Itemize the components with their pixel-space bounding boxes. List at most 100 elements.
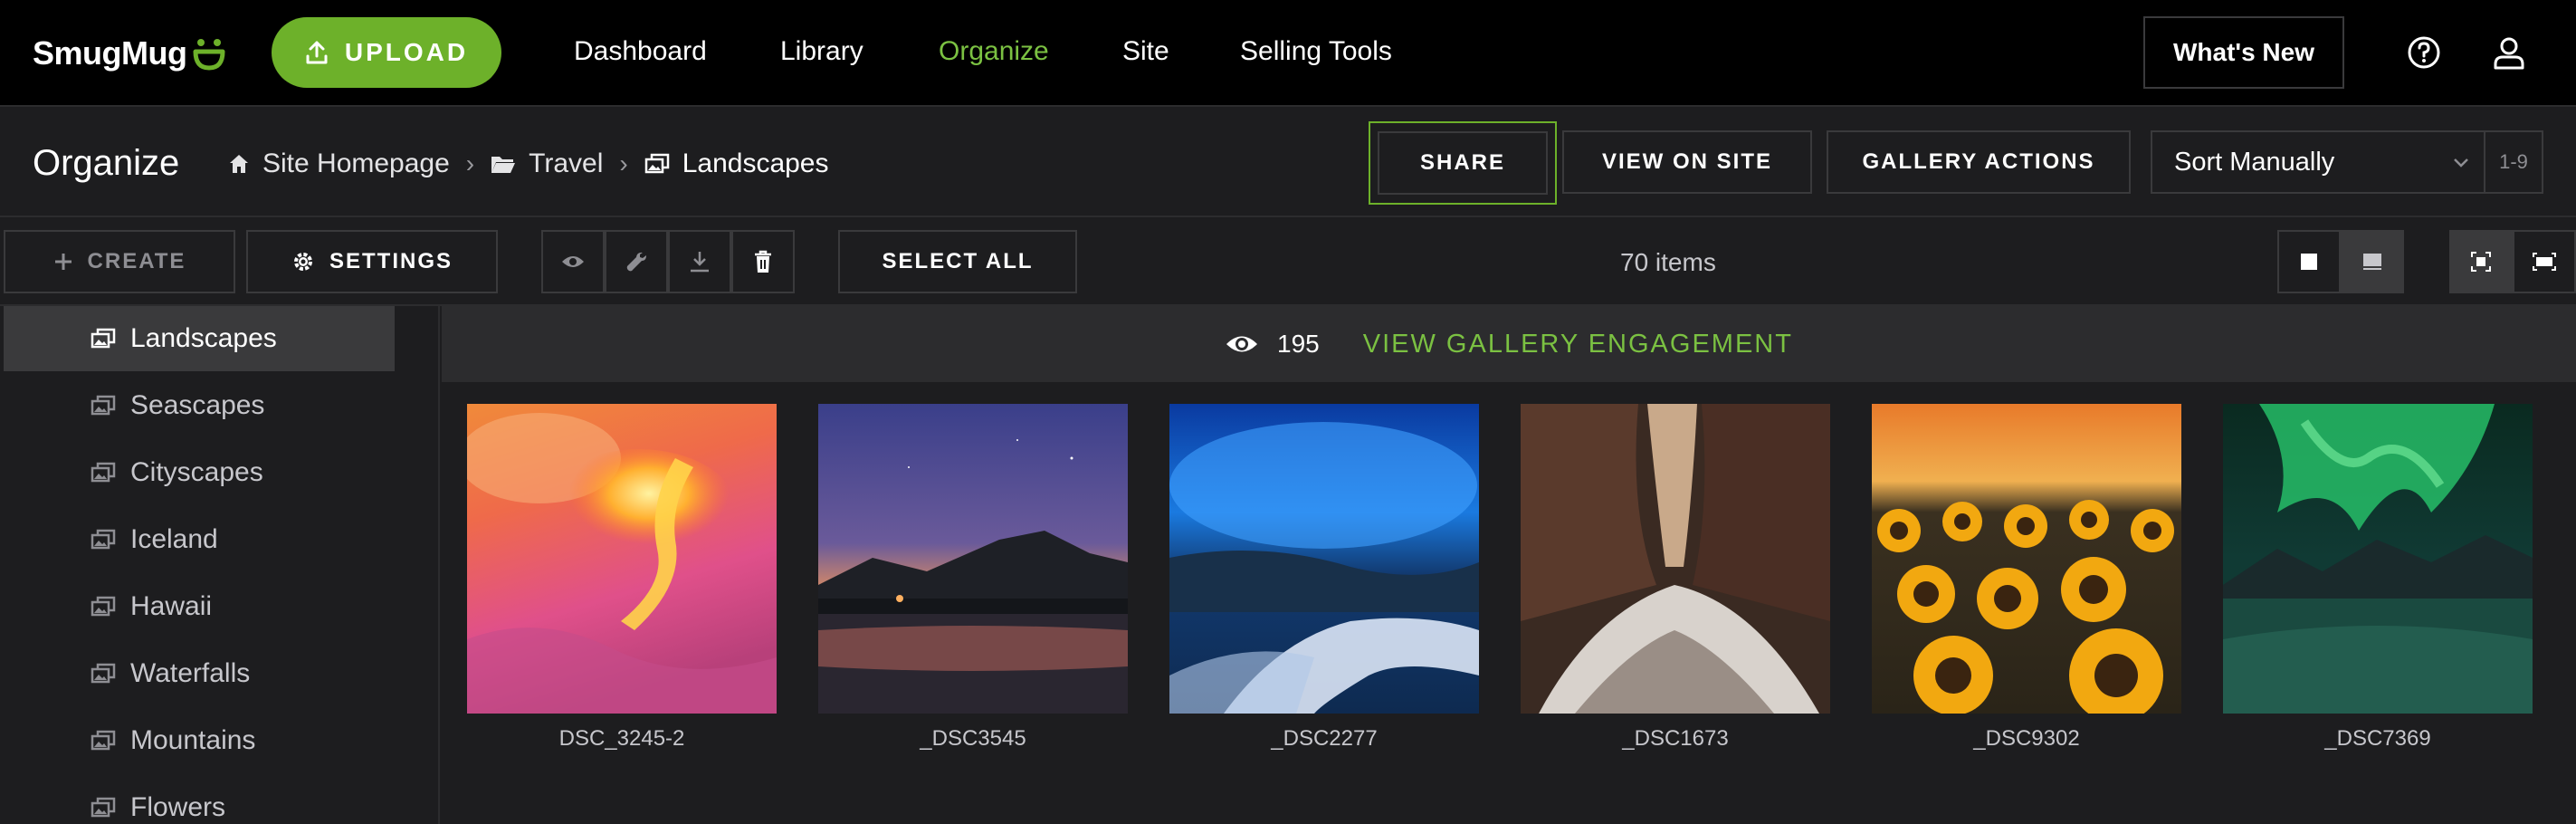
gallery-content: 195 VIEW GALLERY ENGAGEMENT DSC_3245-2 _… <box>442 306 2576 824</box>
delete-button[interactable] <box>731 230 795 293</box>
gallery-icon <box>91 797 116 818</box>
engagement-bar: 195 VIEW GALLERY ENGAGEMENT <box>442 306 2576 382</box>
photo-image-lava <box>467 404 777 714</box>
photo-caption: _DSC9302 <box>1973 726 2080 751</box>
gallery-icon <box>91 730 116 751</box>
breadcrumb-separator: › <box>465 149 475 177</box>
photo-caption: DSC_3245-2 <box>558 726 685 751</box>
photo-caption: _DSC7369 <box>2324 726 2431 751</box>
sidebar-item-label: Mountains <box>130 725 256 755</box>
download-button[interactable] <box>668 230 731 293</box>
page-title: Organize <box>33 143 180 183</box>
share-button-label: SHARE <box>1419 150 1505 175</box>
photo-thumbnail[interactable]: _DSC2277 <box>1169 404 1479 752</box>
toggle-visibility-button[interactable] <box>541 230 605 293</box>
nav-link-selling-tools[interactable]: Selling Tools <box>1240 36 1392 67</box>
small-square-view-icon <box>2301 254 2317 270</box>
view-count: 195 <box>1277 330 1320 358</box>
sidebar-item-label: Hawaii <box>130 591 213 621</box>
user-icon[interactable] <box>2491 34 2527 71</box>
fit-view-icon <box>2471 252 2491 272</box>
settings-button-label: SETTINGS <box>329 249 453 273</box>
share-button[interactable]: SHARE <box>1369 121 1557 205</box>
photo-thumbnail[interactable]: _DSC1673 <box>1521 404 1830 752</box>
photo-thumbnail[interactable]: _DSC9302 <box>1872 404 2181 752</box>
nav-link-site[interactable]: Site <box>1122 36 1169 67</box>
view-fill-button[interactable] <box>2513 230 2576 293</box>
help-icon[interactable] <box>2406 34 2442 71</box>
breadcrumb-separator: › <box>619 149 628 177</box>
breadcrumb-label: Site Homepage <box>262 149 450 178</box>
sidebar-item-mountains[interactable]: Mountains <box>4 708 395 773</box>
nav-link-organize[interactable]: Organize <box>939 36 1049 67</box>
nav-link-dashboard[interactable]: Dashboard <box>574 36 707 67</box>
create-button[interactable]: CREATE <box>4 230 235 293</box>
home-icon <box>230 155 248 173</box>
fill-view-icon <box>2533 253 2556 271</box>
photo-image-sunflowers <box>1872 404 2181 714</box>
gear-icon <box>293 253 312 271</box>
nav-link-library[interactable]: Library <box>780 36 863 67</box>
photo-image-mountain-lake <box>818 404 1128 714</box>
view-large-thumb-button[interactable] <box>2341 230 2404 293</box>
top-navigation-bar: SmugMug UPLOAD Dashboard Library Organiz… <box>0 0 2576 107</box>
smugmug-logo[interactable]: SmugMug <box>33 31 226 76</box>
photo-thumbnail[interactable]: DSC_3245-2 <box>467 404 777 752</box>
photo-thumbnail[interactable]: _DSC3545 <box>818 404 1128 752</box>
sidebar-item-hawaii[interactable]: Hawaii <box>4 574 395 639</box>
photo-caption: _DSC2277 <box>1271 726 1378 751</box>
view-on-site-button[interactable]: VIEW ON SITE <box>1562 130 1812 194</box>
breadcrumb-label: Landscapes <box>682 149 829 178</box>
breadcrumb: Site Homepage › Travel › Landscapes <box>228 149 829 179</box>
trash-icon <box>755 250 771 273</box>
gallery-icon <box>91 596 116 617</box>
gallery-actions-button[interactable]: GALLERY ACTIONS <box>1827 130 2131 194</box>
sidebar-item-cityscapes[interactable]: Cityscapes <box>4 440 395 505</box>
photo-image-aurora <box>2223 404 2533 714</box>
folder-icon <box>491 157 516 173</box>
eye-icon <box>562 256 584 267</box>
plus-icon <box>54 254 72 270</box>
chevron-down-icon <box>2454 158 2468 168</box>
breadcrumb-travel[interactable]: Travel <box>491 149 603 179</box>
photo-image-canyon <box>1521 404 1830 714</box>
sidebar-item-waterfalls[interactable]: Waterfalls <box>4 641 395 706</box>
sidebar-item-label: Flowers <box>130 792 226 822</box>
page-range-label: 1-9 <box>2484 130 2543 194</box>
smugmug-face-icon <box>193 39 225 71</box>
sidebar-item-flowers[interactable]: Flowers <box>4 775 395 824</box>
sidebar-item-landscapes[interactable]: Landscapes <box>4 306 395 371</box>
whats-new-button[interactable]: What's New <box>2143 16 2344 89</box>
select-all-button[interactable]: SELECT ALL <box>838 230 1077 293</box>
gallery-icon <box>91 663 116 684</box>
sidebar-item-label: Cityscapes <box>130 457 263 487</box>
breadcrumb-landscapes: Landscapes <box>644 149 829 179</box>
view-small-square-button[interactable] <box>2277 230 2341 293</box>
breadcrumb-label: Travel <box>529 149 604 178</box>
sidebar-item-seascapes[interactable]: Seascapes <box>4 373 395 438</box>
sidebar-item-iceland[interactable]: Iceland <box>4 507 395 572</box>
view-gallery-engagement-link[interactable]: VIEW GALLERY ENGAGEMENT <box>1363 330 1793 359</box>
upload-button[interactable]: UPLOAD <box>272 17 501 88</box>
edit-tools-button[interactable] <box>605 230 668 293</box>
gallery-icon <box>91 462 116 483</box>
settings-button[interactable]: SETTINGS <box>246 230 498 293</box>
sort-select[interactable]: Sort Manually <box>2151 130 2485 194</box>
create-button-label: CREATE <box>87 249 186 273</box>
logo-wordmark: SmugMug <box>33 34 187 72</box>
sort-select-value: Sort Manually <box>2174 147 2335 177</box>
gallery-icon <box>644 153 669 174</box>
upload-button-label: UPLOAD <box>344 38 469 66</box>
sidebar-item-label: Landscapes <box>130 323 277 353</box>
organize-header: Organize Site Homepage › Travel › Landsc… <box>0 107 2576 217</box>
breadcrumb-site-homepage[interactable]: Site Homepage <box>228 149 450 179</box>
view-fit-button[interactable] <box>2449 230 2513 293</box>
download-icon <box>691 252 709 273</box>
gallery-icon <box>91 529 116 550</box>
upload-icon <box>306 41 328 64</box>
sidebar-item-label: Iceland <box>130 524 218 554</box>
photo-caption: _DSC3545 <box>920 726 1026 751</box>
photo-thumbnail[interactable]: _DSC7369 <box>2223 404 2533 752</box>
large-thumb-view-icon <box>2363 254 2381 270</box>
gallery-icon <box>91 395 116 416</box>
